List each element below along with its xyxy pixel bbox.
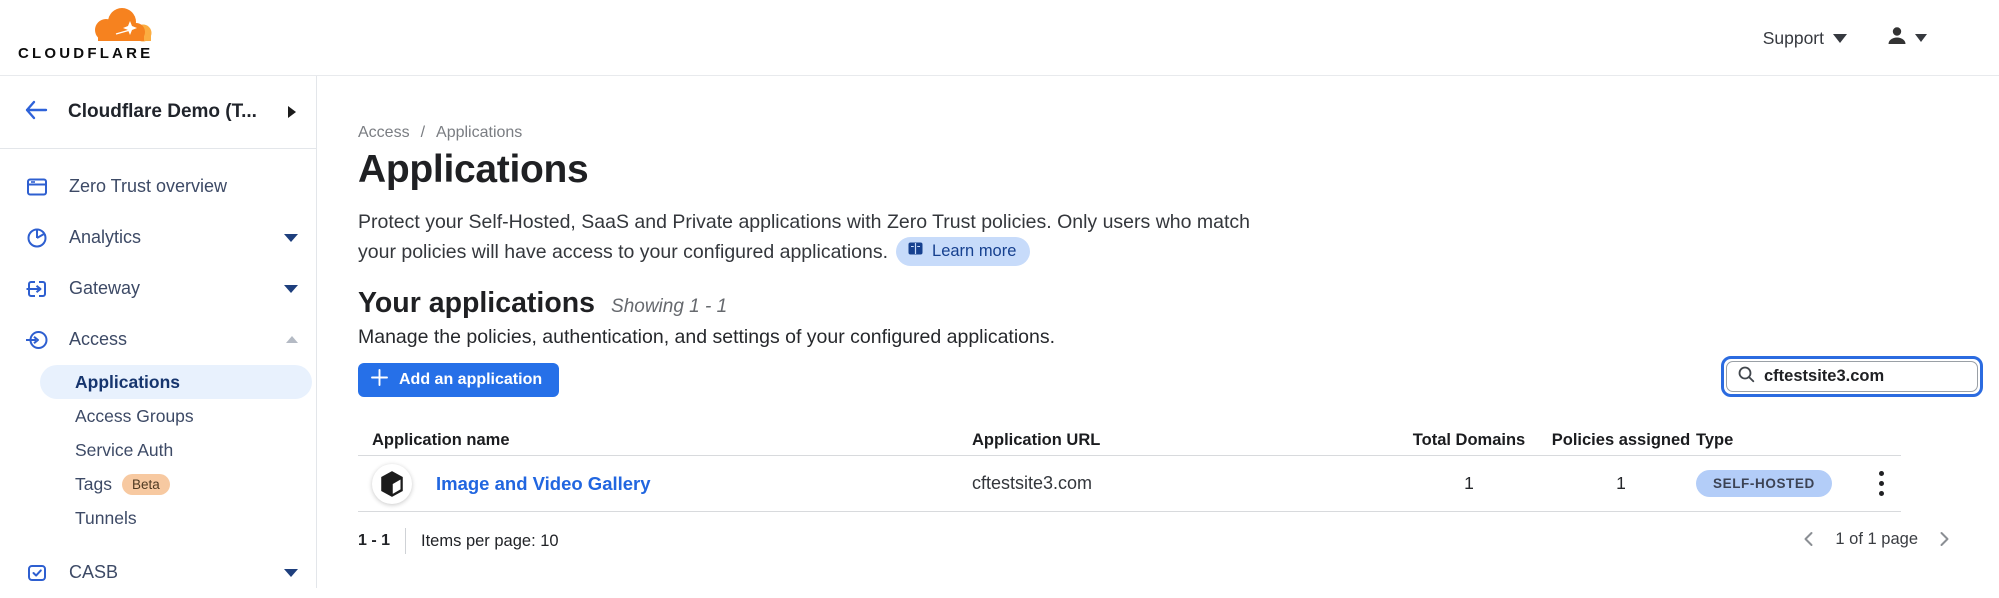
sidebar-item-gateway[interactable]: Gateway xyxy=(0,263,316,314)
learn-more-button[interactable]: Learn more xyxy=(896,237,1030,266)
application-url-cell: cftestsite3.com xyxy=(972,473,1392,494)
items-range: 1 - 1 xyxy=(358,532,390,550)
applications-table: Application name Application URL Total D… xyxy=(358,426,1901,512)
page-title: Applications xyxy=(358,148,588,192)
section-title: Your applications xyxy=(358,287,595,320)
type-badge: SELF-HOSTED xyxy=(1696,470,1832,497)
table-row: Image and Video Gallery cftestsite3.com … xyxy=(358,456,1901,512)
support-label: Support xyxy=(1763,28,1824,49)
breadcrumb-applications[interactable]: Applications xyxy=(436,124,522,142)
application-cube-icon xyxy=(372,464,412,504)
table-footer-left: 1 - 1 Items per page: 10 xyxy=(358,528,559,554)
sidebar-item-analytics[interactable]: Analytics xyxy=(0,212,316,263)
sidebar-item-label: Tags xyxy=(75,474,112,495)
sidebar-item-label: Analytics xyxy=(69,227,284,248)
overview-window-icon xyxy=(25,175,49,199)
breadcrumb: Access / Applications xyxy=(358,124,522,142)
sidebar-item-casb[interactable]: CASB xyxy=(0,547,316,598)
user-menu[interactable] xyxy=(1886,0,1927,76)
sidebar-item-label: Zero Trust overview xyxy=(69,176,298,197)
access-login-icon xyxy=(25,328,49,352)
sidebar-item-label: CASB xyxy=(69,562,284,583)
application-name-cell: Image and Video Gallery xyxy=(358,464,972,504)
table-header-row: Application name Application URL Total D… xyxy=(358,426,1901,456)
chevron-up-icon xyxy=(286,336,298,343)
sidebar-item-tunnels[interactable]: Tunnels xyxy=(40,501,312,535)
previous-page-button[interactable] xyxy=(1798,528,1819,550)
sidebar-item-access-groups[interactable]: Access Groups xyxy=(40,399,312,433)
chevron-down-icon xyxy=(1833,34,1847,43)
page-status: 1 of 1 page xyxy=(1835,530,1918,549)
column-header-policies-assigned: Policies assigned xyxy=(1546,431,1696,450)
sidebar-item-access[interactable]: Access xyxy=(0,314,316,365)
page-description: Protect your Self-Hosted, SaaS and Priva… xyxy=(358,207,1263,267)
user-avatar-icon xyxy=(1886,25,1908,52)
sidebar-item-applications[interactable]: Applications xyxy=(40,365,312,399)
chevron-down-icon xyxy=(284,234,298,242)
items-per-page-selector[interactable]: Items per page: 10 xyxy=(421,532,559,551)
total-domains-cell: 1 xyxy=(1392,473,1546,494)
account-name: Cloudflare Demo (T... xyxy=(68,101,288,123)
search-box-inner xyxy=(1726,361,1978,392)
cloudflare-cloud-icon xyxy=(86,8,152,47)
back-arrow-icon[interactable] xyxy=(24,100,48,125)
breadcrumb-access[interactable]: Access xyxy=(358,124,410,142)
section-header: Your applications Showing 1 - 1 xyxy=(358,287,727,320)
account-switcher: Cloudflare Demo (T... xyxy=(0,76,316,149)
sidebar-item-tags[interactable]: Tags Beta xyxy=(40,467,312,501)
casb-check-icon xyxy=(25,561,49,585)
expand-account-icon[interactable] xyxy=(288,106,296,118)
sidebar-item-label: Access Groups xyxy=(75,406,194,427)
support-menu[interactable]: Support xyxy=(1763,0,1847,76)
section-subtitle: Manage the policies, authentication, and… xyxy=(358,326,1055,349)
sidebar-item-label: Applications xyxy=(75,372,180,393)
next-page-button[interactable] xyxy=(1934,528,1955,550)
top-bar: CLOUDFLARE Support xyxy=(0,0,1999,76)
pagination: 1 of 1 page xyxy=(1798,528,1955,550)
policies-assigned-cell: 1 xyxy=(1546,473,1696,494)
sidebar: Cloudflare Demo (T... Zero Trust overvie… xyxy=(0,76,317,588)
showing-count: Showing 1 - 1 xyxy=(611,296,727,318)
add-application-button[interactable]: Add an application xyxy=(358,363,559,397)
column-header-application-url: Application URL xyxy=(972,431,1392,450)
search-icon xyxy=(1737,365,1755,388)
type-cell: SELF-HOSTED xyxy=(1696,470,1861,497)
column-header-total-domains: Total Domains xyxy=(1392,431,1546,450)
main-content: Access / Applications Applications Prote… xyxy=(318,76,1999,588)
row-actions-kebab-icon[interactable] xyxy=(1871,467,1892,500)
sidebar-item-label: Gateway xyxy=(69,278,284,299)
analytics-pie-icon xyxy=(25,226,49,250)
sidebar-nav: Zero Trust overview Analytics xyxy=(0,149,316,598)
column-header-type: Type xyxy=(1696,431,1861,450)
beta-badge: Beta xyxy=(122,474,170,495)
search-input[interactable] xyxy=(1764,367,1985,386)
sidebar-item-zero-trust-overview[interactable]: Zero Trust overview xyxy=(0,161,316,212)
sidebar-item-label: Tunnels xyxy=(75,508,137,529)
sidebar-item-service-auth[interactable]: Service Auth xyxy=(40,433,312,467)
cloudflare-logo[interactable]: CLOUDFLARE xyxy=(18,8,152,68)
sidebar-item-label: Service Auth xyxy=(75,440,173,461)
application-link[interactable]: Image and Video Gallery xyxy=(436,473,651,495)
plus-icon xyxy=(371,369,388,391)
learn-more-label: Learn more xyxy=(932,242,1016,261)
footer-divider xyxy=(405,528,406,554)
sidebar-item-label: Access xyxy=(69,329,286,350)
chevron-down-icon xyxy=(1915,34,1927,42)
page-description-text: Protect your Self-Hosted, SaaS and Priva… xyxy=(358,211,1250,263)
book-icon xyxy=(907,241,924,261)
search-box xyxy=(1721,356,1983,397)
add-application-label: Add an application xyxy=(399,371,542,389)
column-header-application-name: Application name xyxy=(358,431,972,450)
breadcrumb-separator: / xyxy=(421,124,425,142)
access-subnav: Applications Access Groups Service Auth … xyxy=(0,365,316,535)
chevron-down-icon xyxy=(284,569,298,577)
gateway-icon xyxy=(25,277,49,301)
cloudflare-wordmark: CLOUDFLARE xyxy=(18,45,153,62)
chevron-down-icon xyxy=(284,285,298,293)
